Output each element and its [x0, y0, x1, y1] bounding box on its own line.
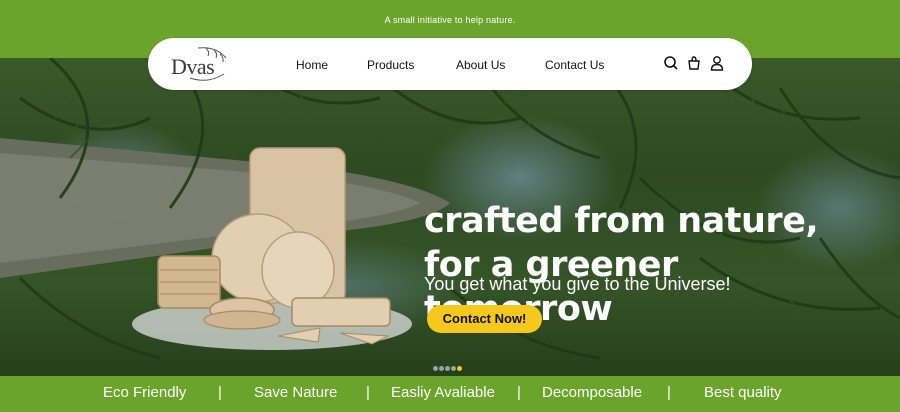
- feature-separator: |: [218, 384, 222, 401]
- hero-subline: You get what you give to the Universe!: [424, 274, 731, 294]
- user-icon[interactable]: [709, 55, 725, 76]
- search-icon[interactable]: [663, 55, 679, 76]
- page: A small initiative to help nature. craft…: [0, 0, 900, 412]
- feature-easily-available: Easliy Avaliable: [391, 384, 495, 401]
- announcement-text: A small initiative to help nature.: [384, 15, 516, 25]
- hero-section: crafted from nature, for a greener tomor…: [0, 58, 900, 376]
- brand-logo[interactable]: Dvas: [168, 44, 228, 84]
- brand-name: Dvas: [171, 54, 215, 79]
- navbar: Dvas Home Products About Us Contact Us: [148, 38, 752, 90]
- slider-dot[interactable]: [439, 366, 444, 372]
- cart-icon[interactable]: [686, 55, 702, 76]
- feature-save-nature: Save Nature: [254, 384, 338, 401]
- nav-link-products[interactable]: Products: [367, 58, 414, 72]
- feature-decomposable: Decomposable: [542, 384, 643, 401]
- feature-separator: |: [366, 384, 370, 401]
- contact-now-button[interactable]: Contact Now!: [427, 305, 542, 333]
- feature-separator: |: [517, 384, 521, 401]
- nav-link-home[interactable]: Home: [296, 58, 328, 72]
- slider-dot-active[interactable]: [457, 366, 462, 372]
- feature-separator: |: [667, 384, 671, 401]
- slider-dot[interactable]: [445, 366, 450, 372]
- slider-dots: [433, 360, 463, 376]
- feature-best-quality: Best quality: [704, 384, 782, 401]
- hero-headline-line-1: crafted from nature,: [424, 201, 819, 241]
- nav-link-about-us[interactable]: About Us: [456, 58, 505, 72]
- nav-link-contact-us[interactable]: Contact Us: [545, 58, 604, 72]
- slider-dot[interactable]: [451, 366, 456, 372]
- feature-eco-friendly: Eco Friendly: [103, 384, 187, 401]
- slider-dot[interactable]: [433, 366, 438, 372]
- features-strip: Eco Friendly | Save Nature | Easliy Aval…: [0, 376, 900, 412]
